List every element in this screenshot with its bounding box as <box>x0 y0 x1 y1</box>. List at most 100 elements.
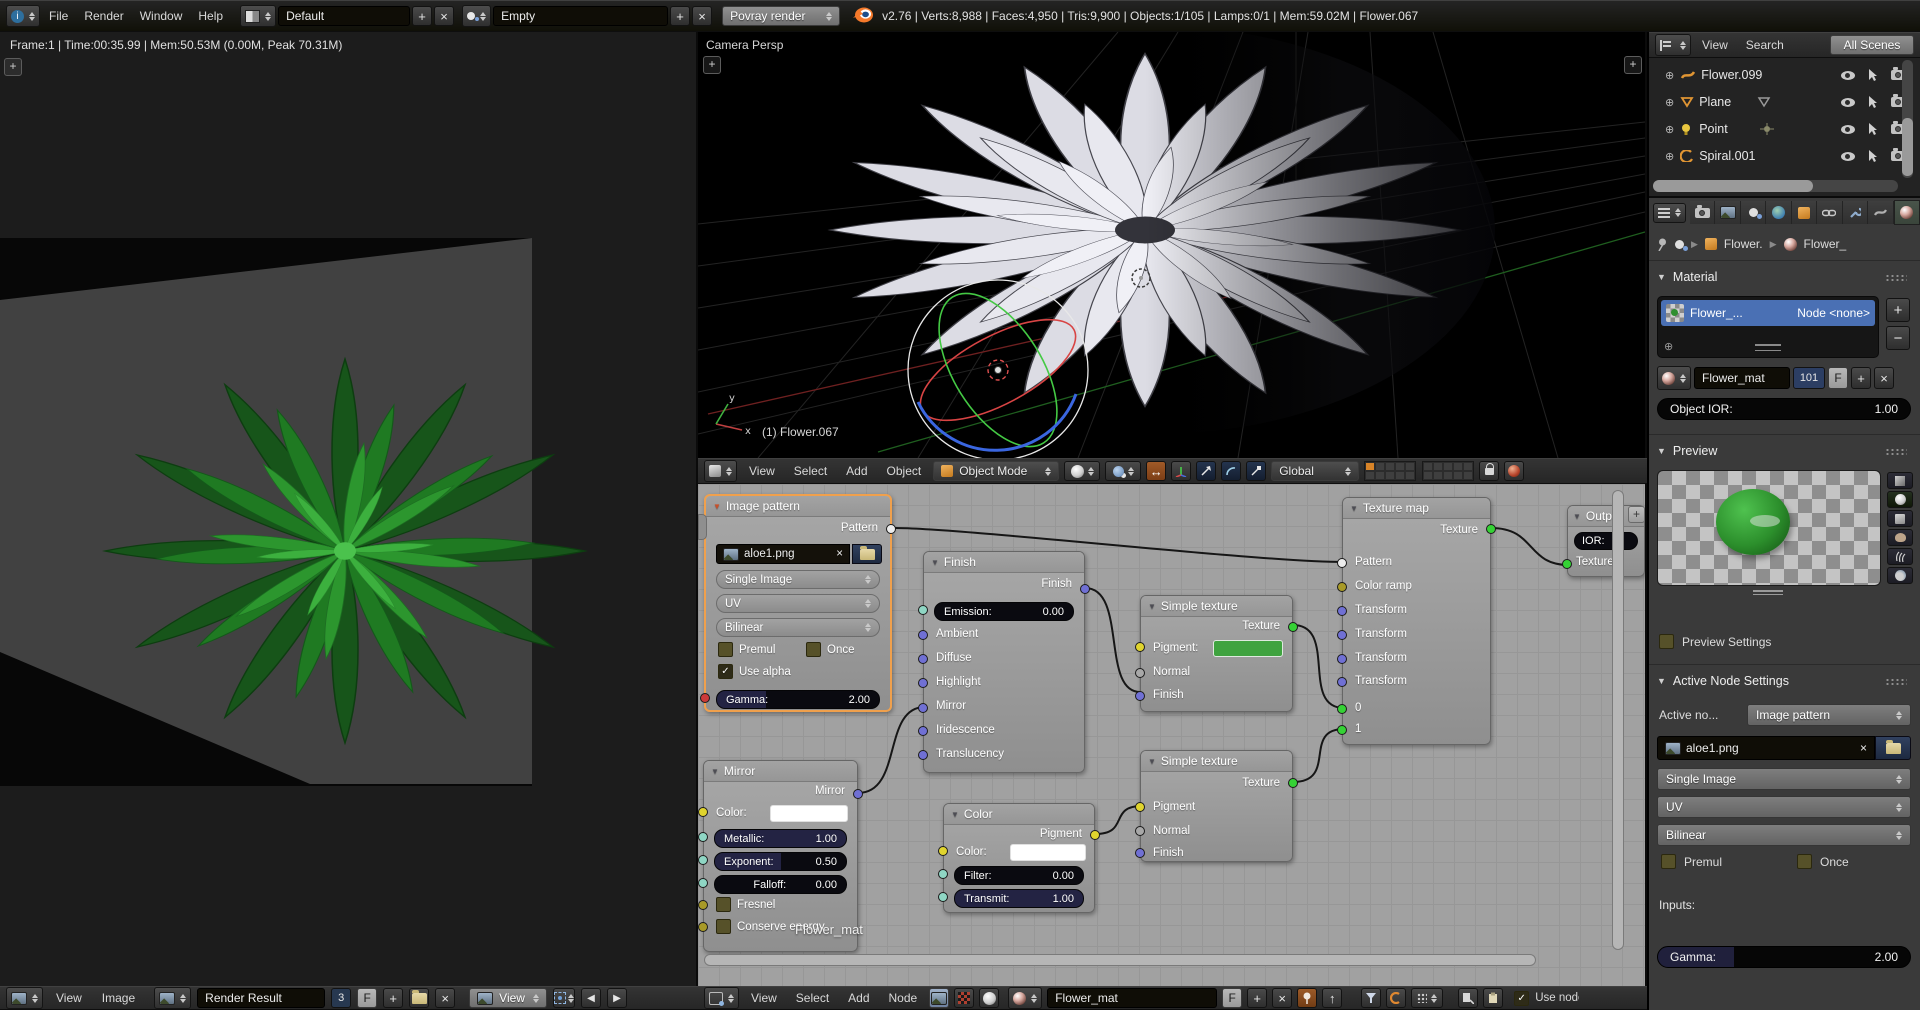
preview-hair-button[interactable] <box>1887 548 1913 565</box>
interpolation-select[interactable]: Bilinear <box>716 618 880 637</box>
material-users-count[interactable]: 101 <box>1793 367 1825 389</box>
socket-transform-in[interactable] <box>1337 677 1347 687</box>
ior-slider[interactable]: IOR: <box>1574 532 1638 550</box>
socket-ambient-in[interactable] <box>918 630 928 640</box>
node-finish[interactable]: ▼Finish Finish Emission:0.00 Ambient Dif… <box>923 551 1085 773</box>
menu-render[interactable]: Render <box>77 9 130 23</box>
render-engine-select[interactable]: Povray render <box>722 6 840 26</box>
scene-browse-button[interactable] <box>462 5 491 27</box>
vertical-scrollbar[interactable] <box>1612 490 1624 950</box>
selectability-icon[interactable] <box>1868 96 1878 108</box>
transmit-slider[interactable]: Transmit:1.00 <box>954 889 1084 908</box>
snap-mode-button[interactable] <box>1361 988 1381 1008</box>
expand-icon[interactable]: ⊕ <box>1665 123 1674 136</box>
preview-flat-button[interactable] <box>1887 472 1913 489</box>
outliner-item-flower[interactable]: ⊕ Flower.099 <box>1649 62 1906 88</box>
remove-material-slot-button[interactable]: − <box>1886 326 1910 350</box>
collapse-icon[interactable]: ▼ <box>1573 512 1581 521</box>
socket-pigment-in[interactable] <box>1135 802 1145 812</box>
menu-search[interactable]: Search <box>1739 38 1791 52</box>
shader-type-texture-button[interactable] <box>954 988 974 1008</box>
expand-icon[interactable]: ⊕ <box>1665 150 1674 163</box>
preview-monkey-button[interactable] <box>1887 529 1913 546</box>
menu-help[interactable]: Help <box>191 9 230 23</box>
translate-manipulator-button[interactable] <box>1196 461 1216 481</box>
tab-material[interactable] <box>1894 200 1920 225</box>
tab-object[interactable] <box>1792 201 1817 224</box>
tab-scene[interactable] <box>1741 201 1766 224</box>
material-browse-button[interactable] <box>1008 987 1042 1009</box>
outliner-vertical-scrollbar[interactable] <box>1902 60 1913 178</box>
fake-user-button[interactable]: F <box>1222 988 1242 1008</box>
menu-view[interactable]: View <box>742 464 782 478</box>
menu-file[interactable]: File <box>42 9 75 23</box>
lock-to-scene-button[interactable] <box>1479 461 1499 481</box>
auto-offset-button[interactable] <box>1411 988 1443 1008</box>
horizontal-scrollbar[interactable] <box>704 954 1536 966</box>
tab-render[interactable] <box>1690 201 1715 224</box>
new-image-button[interactable]: + <box>383 988 403 1008</box>
image-browse-button[interactable] <box>154 987 191 1009</box>
pivot-button[interactable] <box>553 988 575 1008</box>
manipulator-toggle-button[interactable]: ↔ <box>1146 461 1166 481</box>
go-to-parent-button[interactable]: ↑ <box>1322 988 1342 1008</box>
fake-user-button[interactable]: F <box>357 988 377 1008</box>
expand-icon[interactable]: ⊕ <box>1665 69 1674 82</box>
menu-add[interactable]: Add <box>841 991 876 1005</box>
menu-view[interactable]: View <box>744 991 784 1005</box>
tab-modifiers[interactable] <box>1843 201 1868 224</box>
color-swatch[interactable] <box>1010 844 1086 861</box>
menu-view[interactable]: View <box>1695 38 1735 52</box>
visibility-icon[interactable] <box>1841 125 1855 134</box>
node-simple-texture-2[interactable]: ▼Simple texture Texture Pigment Normal F… <box>1140 750 1293 862</box>
node-color[interactable]: ▼Color Pigment Color: Filter:0.00 Transm… <box>943 803 1095 913</box>
socket-transform-in[interactable] <box>1337 606 1347 616</box>
region-expand-button[interactable]: + <box>1628 506 1645 523</box>
layers-group-1[interactable] <box>1364 461 1416 481</box>
menu-select[interactable]: Select <box>787 464 834 478</box>
image-name-field[interactable]: aloe1.png × <box>1657 736 1875 760</box>
editor-type-image-button[interactable] <box>6 987 43 1009</box>
region-expand-button[interactable]: + <box>1624 56 1642 74</box>
collapse-icon[interactable]: ▼ <box>711 767 719 776</box>
socket-iridescence-in[interactable] <box>918 726 928 736</box>
socket-translucency-in[interactable] <box>918 750 928 760</box>
collapse-icon[interactable]: ▼ <box>1350 504 1358 513</box>
socket-texture-out[interactable] <box>1288 778 1298 788</box>
socket-filter-in[interactable] <box>938 869 948 879</box>
socket-exponent-in[interactable] <box>698 855 708 865</box>
socket-falloff-in[interactable] <box>698 878 708 888</box>
exponent-slider[interactable]: Exponent:0.50 <box>714 852 847 871</box>
menu-select[interactable]: Select <box>789 991 836 1005</box>
unlink-image-button[interactable]: × <box>836 548 843 560</box>
tab-render-layers[interactable] <box>1715 201 1740 224</box>
visibility-icon[interactable] <box>1841 71 1855 80</box>
pivot-point-select[interactable] <box>1105 461 1141 481</box>
expand-icon[interactable]: ⊕ <box>1665 96 1674 109</box>
collapse-icon[interactable]: ▼ <box>951 810 959 819</box>
socket-normal-in[interactable] <box>1135 668 1145 678</box>
object-name[interactable]: Plane <box>1699 95 1731 109</box>
filter-slider[interactable]: Filter:0.00 <box>954 866 1084 885</box>
region-expand-button[interactable]: + <box>703 56 721 74</box>
material-slot-list[interactable]: Flower_... Node <none> ⊕ <box>1657 296 1879 358</box>
socket-color-in[interactable] <box>938 846 948 856</box>
tab-constraints[interactable] <box>1817 201 1842 224</box>
socket-metallic-in[interactable] <box>698 832 708 842</box>
once-checkbox[interactable]: Once <box>1797 854 1849 869</box>
node-simple-texture-1[interactable]: ▼Simple texture Texture Pigment: Normal … <box>1140 595 1293 712</box>
render-border-button[interactable] <box>1504 461 1524 481</box>
socket-finish-in[interactable] <box>1135 848 1145 858</box>
display-channels-select[interactable]: View <box>469 988 547 1008</box>
socket-normal-in[interactable] <box>1135 826 1145 836</box>
unlink-material-button[interactable]: × <box>1272 988 1292 1008</box>
material-name-field[interactable]: Flower_mat <box>1694 367 1790 389</box>
metallic-slider[interactable]: Metallic:1.00 <box>714 829 847 848</box>
new-material-button[interactable]: + <box>1851 367 1871 389</box>
collapsed-panel-tab[interactable] <box>698 514 707 540</box>
image-datablock-field[interactable]: Render Result <box>197 988 325 1008</box>
breadcrumb-material[interactable]: Flower_ <box>1804 237 1847 251</box>
socket-finish-in[interactable] <box>1135 691 1145 701</box>
mirror-color-swatch[interactable] <box>770 805 848 822</box>
collapse-icon[interactable]: ▼ <box>931 558 939 567</box>
